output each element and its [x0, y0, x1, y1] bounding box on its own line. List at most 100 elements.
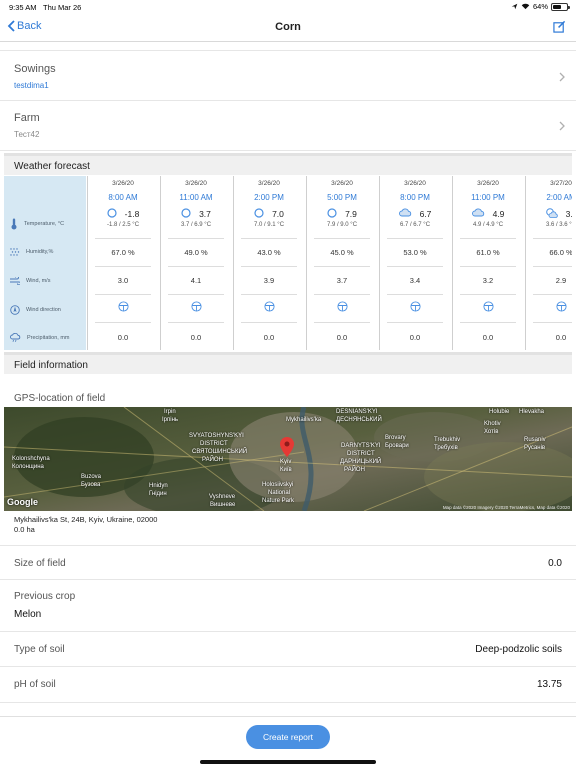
weather-clear-icon — [327, 208, 337, 220]
map-place-label: Київ — [280, 467, 292, 473]
size-value: 0.0 — [548, 558, 562, 569]
edit-button[interactable] — [553, 20, 566, 38]
rain-cloud-icon — [10, 333, 21, 342]
row-divider — [241, 322, 297, 323]
row-divider — [95, 238, 151, 239]
sowings-value: testdima1 — [14, 81, 49, 90]
row-divider — [314, 294, 370, 295]
wind-direction-icon — [234, 301, 304, 312]
forecast-column: 3/27/20 2:00 AM 3.6 3.6 / 3.6 °C 66.0 % 2.9 0.… — [525, 176, 572, 350]
temperature-label: Temperature, °C — [10, 218, 64, 230]
map-place-label: Требухів — [434, 445, 458, 451]
forecast-time: 8:00 PM — [400, 193, 430, 202]
row-divider — [533, 266, 572, 267]
forecast-date: 3/26/20 — [185, 180, 207, 187]
forecast-date: 3/26/20 — [258, 180, 280, 187]
row-divider — [314, 238, 370, 239]
row-divider — [95, 322, 151, 323]
row-divider — [387, 266, 443, 267]
row-divider — [314, 266, 370, 267]
wind-value: 2.9 — [555, 276, 567, 285]
temperature-range: 7.0 / 9.1 °C — [253, 222, 285, 228]
temperature-range: -1.8 / 2.5 °C — [106, 222, 140, 228]
temperature-value: -1.8 — [124, 209, 140, 219]
map-place-label: Русанів — [524, 445, 546, 451]
temperature-value: 6.7 — [419, 208, 432, 219]
map-place-label: SVYATOSHYNS'KYI — [189, 433, 244, 439]
edit-icon — [553, 20, 566, 33]
map-place-label: Mykhailivs'ka — [286, 417, 322, 423]
previous-crop-row: Previous crop Melon — [0, 580, 576, 632]
home-indicator[interactable] — [200, 760, 376, 764]
row-divider — [460, 294, 516, 295]
status-bar: 9:35 AM Thu Mar 26 64% — [0, 0, 576, 14]
forecast-column: 3/26/20 8:00 PM 6.7 6.7 / 6.7 °C 53.0 % 3.4 0.… — [379, 176, 450, 350]
map-place-label: ДАРНИЦЬКИЙ — [340, 459, 382, 465]
map-place-label: Колонщина — [12, 464, 44, 470]
precipitation-value: 0.0 — [336, 333, 348, 342]
wind-direction-icon — [161, 301, 231, 312]
humidity-value: 49.0 % — [184, 248, 208, 257]
wind-direction-icon — [380, 301, 450, 312]
map-place-label: Хотів — [484, 429, 499, 435]
wind-value: 3.0 — [117, 276, 129, 285]
forecast-date: 3/26/20 — [404, 180, 426, 187]
temperature-value: 7.0 — [272, 209, 284, 219]
wind-direction-icon — [526, 301, 572, 312]
wind-direction-label: Wind direction — [10, 305, 61, 315]
humidity-value: 43.0 % — [257, 248, 281, 257]
map-place-label: Brovary — [385, 435, 406, 441]
soil-type-label: Type of soil — [14, 644, 65, 655]
bottom-toolbar: Create report — [0, 716, 576, 768]
weather-cloud-icon — [471, 208, 485, 219]
precipitation-value: 0.0 — [190, 333, 202, 342]
temperature-value: 3.7 — [199, 209, 211, 219]
field-information-header: Field information — [4, 352, 572, 374]
forecast-temp: 3.7 — [161, 208, 231, 220]
weather-forecast-header: Weather forecast — [4, 153, 572, 175]
forecast-temp: -1.8 — [88, 208, 158, 220]
row-divider — [387, 294, 443, 295]
size-label: Size of field — [14, 558, 66, 569]
map-place-label: Irpin — [164, 409, 176, 415]
precipitation-value: 0.0 — [117, 333, 129, 342]
map-place-label: DESNIANS'KYI — [336, 409, 378, 415]
wifi-icon — [521, 3, 530, 10]
map-place-label: Trebukhiv — [434, 437, 461, 443]
address-text: Mykhailivs'ka St, 24B, Kyiv, Ukraine, 02… — [14, 515, 158, 524]
forecast-column: 3/26/20 11:00 PM 4.9 4.9 / 4.9 °C 61.0 % 3.2 0… — [452, 176, 523, 350]
forecast-column: 3/26/20 11:00 AM 3.7 3.7 / 6.9 °C 49.0 % 4.1 0… — [160, 176, 231, 350]
map-place-label: Khotiv — [484, 421, 501, 427]
row-divider — [387, 238, 443, 239]
forecast-date: 3/26/20 — [477, 180, 499, 187]
forecast-time: 8:00 AM — [108, 193, 138, 202]
map-place-label: Бровари — [385, 443, 409, 449]
map-place-label: ДЕСНЯНСЬКИЙ — [336, 417, 382, 423]
row-divider — [460, 266, 516, 267]
precipitation-value: 0.0 — [555, 333, 567, 342]
weather-clear-icon — [254, 208, 264, 220]
map-place-label: Hlevakha — [519, 409, 545, 415]
wind-label: Wind, m/s — [10, 277, 50, 285]
field-address: Mykhailivs'ka St, 24B, Kyiv, Ukraine, 02… — [14, 515, 157, 535]
humidity-value: 61.0 % — [476, 248, 500, 257]
size-of-field-row: Size of field 0.0 — [0, 545, 576, 580]
wind-value: 3.7 — [336, 276, 348, 285]
weather-forecast-table[interactable]: Temperature, °C Humidity,% Wind, m/s Win… — [4, 176, 572, 350]
previous-crop-label: Previous crop — [14, 591, 76, 602]
sowings-row[interactable]: Sowings testdima1 — [0, 50, 576, 101]
map-place-label: Ірпінь — [162, 417, 179, 423]
create-report-button[interactable]: Create report — [246, 725, 330, 749]
map-place-label: DISTRICT — [200, 441, 228, 447]
humidity-icon — [10, 248, 20, 256]
wind-icon — [10, 277, 20, 285]
map-place-label: СВЯТОШИНСЬКИЙ — [192, 449, 248, 455]
temperature-value: 4.9 — [492, 208, 505, 219]
row-divider — [533, 322, 572, 323]
map-place-label: Бузова — [81, 482, 101, 488]
map-place-label: РАЙОН — [344, 467, 365, 473]
precipitation-value: 0.0 — [482, 333, 494, 342]
farm-row[interactable]: Farm Тест42 — [0, 101, 576, 151]
field-map[interactable]: Irpin Ірпінь SVYATOSHYNS'KYI DISTRICT СВЯТОШ… — [4, 407, 572, 511]
temperature-range: 7.9 / 9.0 °C — [326, 222, 358, 228]
